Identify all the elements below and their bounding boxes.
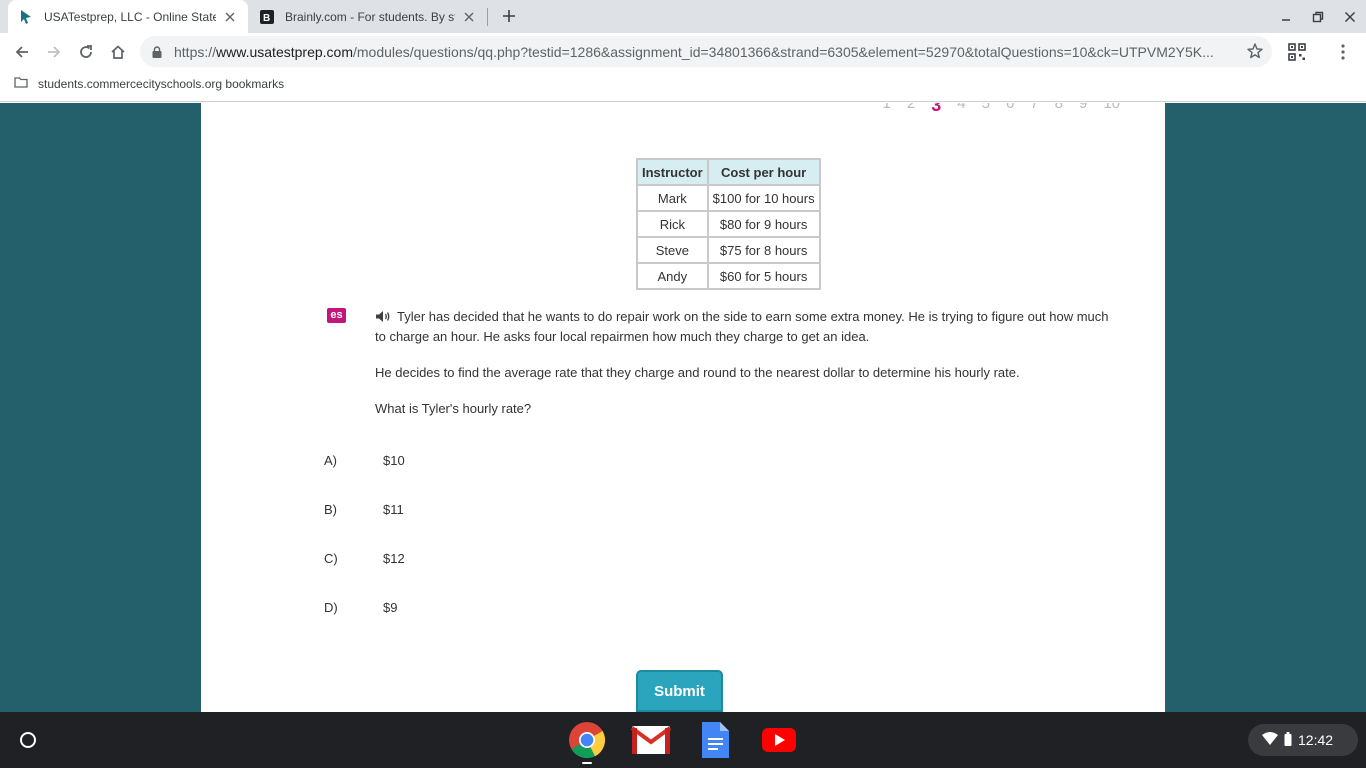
- question-paragraph: Tyler has decided that he wants to do re…: [375, 308, 1115, 346]
- question-number-6[interactable]: 6: [1006, 103, 1014, 116]
- svg-text:B: B: [263, 13, 270, 24]
- tab-title: USATestprep, LLC - Online State-S: [44, 9, 216, 24]
- choice-text: $9: [383, 600, 398, 615]
- gmail-icon[interactable]: [631, 720, 671, 760]
- url-text: https://www.usatestprep.com/modules/ques…: [174, 44, 1214, 60]
- more-menu-icon[interactable]: [1332, 41, 1354, 63]
- choice-letter: D): [324, 600, 338, 615]
- answer-choice-a[interactable]: A) $10: [324, 453, 405, 468]
- choice-text: $10: [383, 453, 405, 468]
- question-prompt: What is Tyler's hourly rate?: [375, 401, 532, 416]
- cost-cell: $100 for 10 hours: [706, 184, 821, 212]
- question-text: Tyler has decided that he wants to do re…: [375, 308, 1115, 436]
- home-icon: [111, 45, 125, 59]
- brainly-b-icon: B: [259, 9, 275, 25]
- tab-separator: [487, 8, 488, 26]
- question-number-1[interactable]: 1: [883, 103, 891, 116]
- question-navigator: 1 2 3 4 5 6 7 8 9 10: [867, 103, 1120, 116]
- column-header-instructor: Instructor: [636, 158, 709, 186]
- clock-time: 12:42: [1298, 732, 1334, 748]
- instructor-cell: Rick: [636, 210, 709, 238]
- column-header-cost: Cost per hour: [706, 158, 821, 186]
- running-app-indicator: [582, 762, 592, 764]
- choice-text: $11: [383, 502, 404, 517]
- bookmark-star-icon[interactable]: [1246, 42, 1264, 65]
- lock-icon: [152, 45, 162, 63]
- folder-icon: [14, 76, 28, 91]
- answer-choice-d[interactable]: D) $9: [324, 600, 397, 615]
- chrome-icon[interactable]: [567, 720, 607, 760]
- plus-icon: [503, 10, 515, 22]
- instructor-cell: Steve: [636, 236, 709, 264]
- cost-cell: $75 for 8 hours: [706, 236, 821, 264]
- restore-button[interactable]: [1302, 0, 1334, 33]
- back-button[interactable]: [8, 38, 36, 66]
- question-paragraph-1: Tyler has decided that he wants to do re…: [375, 309, 1109, 344]
- reload-button[interactable]: [72, 38, 100, 66]
- question-paragraph-2: He decides to find the average rate that…: [375, 365, 1020, 380]
- question-number-7[interactable]: 7: [1030, 103, 1038, 116]
- arrow-left-icon: [15, 46, 28, 58]
- answer-choice-c[interactable]: C) $12: [324, 551, 405, 566]
- question-number-5[interactable]: 5: [982, 103, 990, 116]
- bookmarks-bar: students.commercecityschools.org bookmar…: [0, 70, 1366, 102]
- google-docs-icon[interactable]: [695, 720, 735, 760]
- system-tray[interactable]: 12:42: [1248, 724, 1358, 756]
- rates-table: Instructor Cost per hour Mark $100 for 1…: [636, 158, 821, 290]
- table-row: Rick $80 for 9 hours: [636, 210, 821, 238]
- choice-letter: C): [324, 551, 338, 566]
- speaker-icon[interactable]: [375, 310, 393, 328]
- close-tab-icon[interactable]: [222, 9, 238, 25]
- answer-choice-b[interactable]: B) $11: [324, 502, 404, 517]
- close-icon: [1344, 11, 1356, 22]
- cost-cell: $80 for 9 hours: [706, 210, 821, 238]
- table-header-row: Instructor Cost per hour: [636, 158, 821, 186]
- choice-text: $12: [383, 551, 405, 566]
- minimize-button[interactable]: [1270, 0, 1302, 33]
- table-row: Andy $60 for 5 hours: [636, 262, 821, 290]
- question-number-9[interactable]: 9: [1079, 103, 1087, 116]
- wifi-icon: [1262, 732, 1278, 748]
- launcher-circle-icon: [20, 732, 36, 748]
- cost-cell: $60 for 5 hours: [706, 262, 821, 290]
- tab-usatestprep[interactable]: USATestprep, LLC - Online State-S: [8, 0, 248, 33]
- arrow-right-icon: [48, 46, 61, 58]
- address-bar[interactable]: https://www.usatestprep.com/modules/ques…: [140, 36, 1272, 67]
- bookmark-folder-label: students.commercecityschools.org bookmar…: [38, 76, 285, 91]
- tab-brainly[interactable]: B Brainly.com - For students. By st: [249, 0, 487, 33]
- choice-letter: B): [324, 502, 337, 517]
- question-number-10[interactable]: 10: [1103, 103, 1120, 116]
- spanish-translation-button[interactable]: es: [327, 308, 346, 323]
- submit-button[interactable]: Submit: [636, 670, 723, 712]
- usatestprep-cursor-icon: [18, 9, 34, 25]
- bookmark-folder[interactable]: students.commercecityschools.org bookmar…: [14, 76, 284, 91]
- table-row: Steve $75 for 8 hours: [636, 236, 821, 264]
- reload-icon: [80, 45, 92, 58]
- question-number-8[interactable]: 8: [1055, 103, 1063, 116]
- tab-title: Brainly.com - For students. By st: [285, 9, 455, 24]
- question-number-4[interactable]: 4: [957, 103, 965, 116]
- close-tab-icon[interactable]: [461, 9, 477, 25]
- browser-toolbar: https://www.usatestprep.com/modules/ques…: [0, 33, 1366, 70]
- instructor-cell: Andy: [636, 262, 709, 290]
- table-row: Mark $100 for 10 hours: [636, 184, 821, 212]
- battery-icon: [1284, 731, 1292, 749]
- launcher-button[interactable]: [17, 729, 39, 751]
- question-panel: 1 2 3 4 5 6 7 8 9 10 Instructor Cost per…: [201, 103, 1165, 712]
- os-shelf: 12:42: [0, 712, 1366, 768]
- tab-strip: USATestprep, LLC - Online State-S B Brai…: [0, 0, 1366, 33]
- close-window-button[interactable]: [1334, 0, 1366, 33]
- youtube-icon[interactable]: [759, 720, 799, 760]
- instructor-cell: Mark: [636, 184, 709, 212]
- new-tab-button[interactable]: [498, 5, 520, 27]
- choice-letter: A): [324, 453, 337, 468]
- qr-code-icon[interactable]: [1286, 41, 1308, 63]
- question-number-2[interactable]: 2: [907, 103, 915, 116]
- restore-icon: [1312, 11, 1324, 22]
- minimize-icon: [1282, 18, 1290, 21]
- home-button[interactable]: [104, 38, 132, 66]
- forward-button[interactable]: [40, 38, 68, 66]
- question-number-current[interactable]: 3: [931, 103, 941, 116]
